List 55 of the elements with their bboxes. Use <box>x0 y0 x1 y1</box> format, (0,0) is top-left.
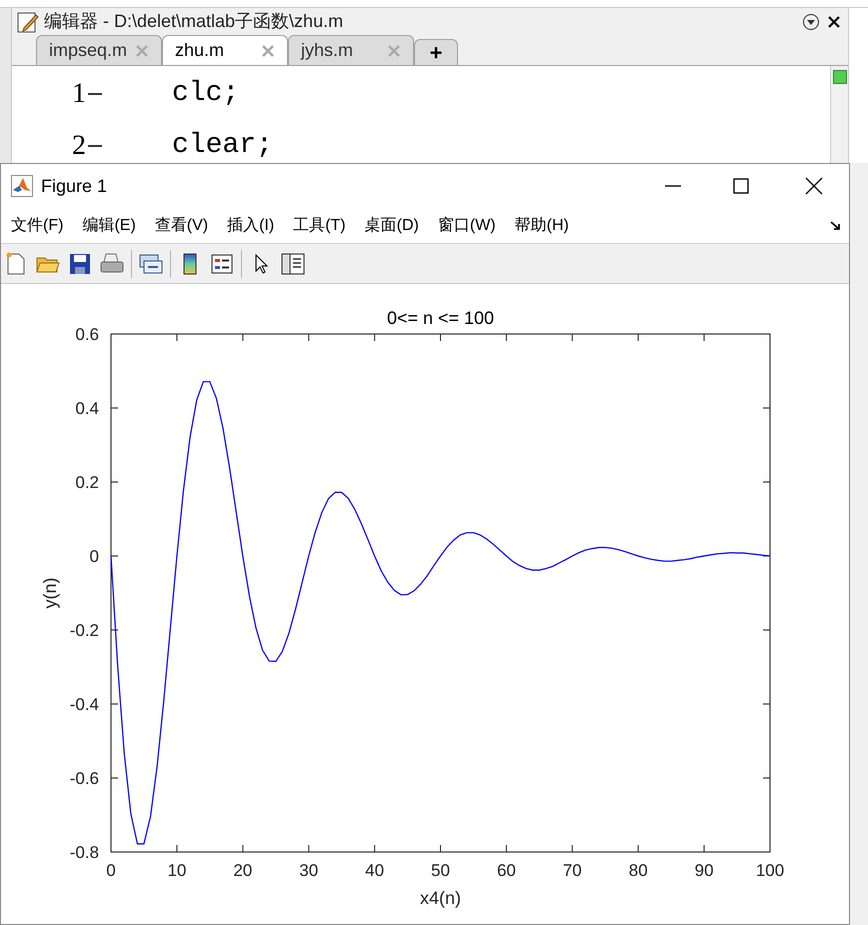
menu-item[interactable]: 编辑(E) <box>82 214 136 238</box>
line-number: 1 <box>71 77 87 111</box>
editor-tab[interactable]: jyhs.m <box>288 35 414 65</box>
pencil-icon <box>16 10 40 34</box>
x-tick-label: 70 <box>562 861 582 880</box>
line-number: 2 <box>71 129 87 163</box>
menu-item[interactable]: 工具(T) <box>293 214 346 238</box>
editor-tab[interactable]: impseq.m <box>36 35 162 65</box>
menu-item[interactable]: 文件(F) <box>11 214 64 238</box>
save-icon[interactable] <box>69 252 91 274</box>
window-title: 编辑器 - D:\delet\matlab子函数\zhu.m <box>44 10 344 33</box>
y-axis-label: y(n) <box>40 578 60 608</box>
status-indicator <box>832 70 846 84</box>
code-line: clc; <box>172 77 240 111</box>
new-tab-button[interactable]: + <box>414 39 458 65</box>
x-tick-label: 0 <box>106 861 116 880</box>
property-panel-icon[interactable] <box>281 252 305 274</box>
window-title: Figure 1 <box>41 174 108 198</box>
linked-windows-icon[interactable] <box>139 252 163 274</box>
x-axis-label: x4(n) <box>420 888 461 908</box>
y-tick-label: 0.4 <box>75 399 99 418</box>
y-tick-label: -0.2 <box>70 621 99 640</box>
x-tick-label: 30 <box>299 861 318 880</box>
menu-item[interactable]: 查看(V) <box>154 214 208 238</box>
breakpoint-dash <box>88 93 102 95</box>
x-tick-label: 50 <box>431 861 450 880</box>
y-tick-label: -0.8 <box>70 843 99 862</box>
menu-item[interactable]: 帮助(H) <box>514 214 569 238</box>
pointer-icon[interactable] <box>253 252 269 274</box>
x-tick-label: 10 <box>167 861 186 880</box>
y-tick-label: 0.2 <box>75 473 99 492</box>
x-tick-label: 60 <box>496 861 516 880</box>
y-tick-label: 0.6 <box>75 325 99 344</box>
new-file-icon[interactable] <box>5 252 27 276</box>
menu-item[interactable]: 插入(I) <box>227 214 274 238</box>
menu-item[interactable]: 桌面(D) <box>364 214 419 238</box>
x-tick-label: 90 <box>694 861 714 880</box>
menu-item[interactable]: 窗口(W) <box>438 214 496 238</box>
dropdown-icon[interactable] <box>802 12 820 30</box>
dock-arrow-icon[interactable] <box>829 218 843 232</box>
chart-title: 0<= n <= 100 <box>386 308 494 328</box>
printer-icon[interactable] <box>100 252 124 274</box>
x-tick-label: 40 <box>365 861 384 880</box>
matlab-logo-icon <box>11 175 33 197</box>
editor-tab[interactable]: zhu.m <box>162 35 288 65</box>
x-tick-label: 80 <box>628 861 648 880</box>
legend-icon[interactable] <box>211 254 233 274</box>
breakpoint-dash <box>88 145 102 147</box>
code-line: clear; <box>172 129 274 163</box>
colorbar-icon[interactable] <box>183 252 197 274</box>
y-tick-label: 0 <box>90 547 99 566</box>
x-tick-label: 100 <box>756 861 784 880</box>
y-tick-label: -0.4 <box>70 695 99 714</box>
x-tick-label: 20 <box>233 861 252 880</box>
y-tick-label: -0.6 <box>70 769 99 788</box>
